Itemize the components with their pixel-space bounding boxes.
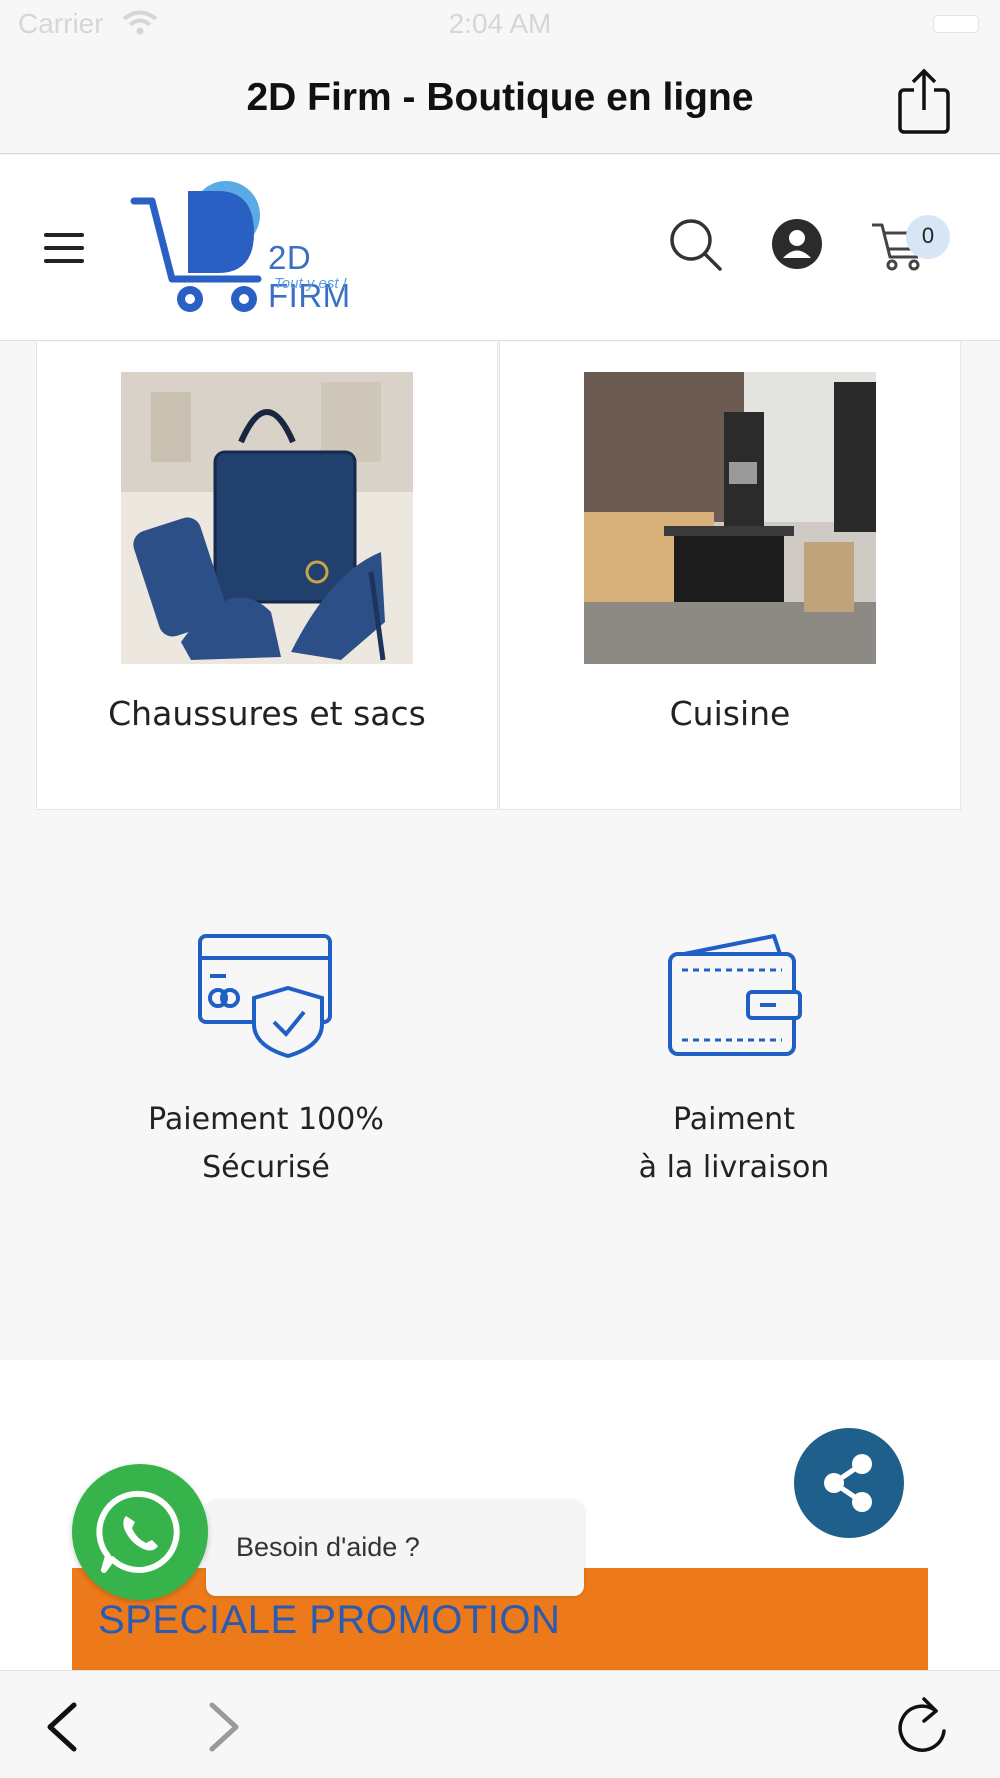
- feature-secure-payment: Paiement 100% Sécurisé: [66, 930, 466, 1192]
- browser-title-bar: 2D Firm - Boutique en ligne: [0, 50, 1000, 154]
- share-nodes-icon: [824, 1454, 872, 1512]
- share-icon[interactable]: [896, 68, 952, 136]
- site-header: 2D FIRM Tout y est ! 0: [0, 155, 1000, 341]
- help-text: Besoin d'aide ?: [236, 1532, 420, 1562]
- battery-icon: [933, 15, 979, 33]
- category-grid: Chaussures et sacs Cuisine: [36, 342, 962, 810]
- category-label[interactable]: Cuisine: [500, 694, 960, 733]
- category-card-chaussures[interactable]: Chaussures et sacs: [36, 342, 498, 810]
- page-title: 2D Firm - Boutique en ligne: [246, 76, 754, 119]
- feature-line: à la livraison: [638, 1150, 830, 1185]
- feature-line: Sécurisé: [202, 1150, 330, 1185]
- whatsapp-icon: [96, 1490, 180, 1573]
- site-logo[interactable]: 2D FIRM Tout y est !: [128, 181, 398, 321]
- menu-icon[interactable]: [40, 227, 88, 269]
- feature-cash-on-delivery: Paiment à la livraison: [534, 930, 934, 1192]
- secure-card-icon: [198, 934, 332, 1059]
- reload-icon[interactable]: [896, 1695, 952, 1759]
- back-arrow-icon[interactable]: [40, 1699, 86, 1755]
- whatsapp-button[interactable]: [72, 1464, 208, 1600]
- clock: 2:04 AM: [448, 8, 552, 39]
- feature-line: Paiement 100%: [148, 1102, 384, 1137]
- account-icon[interactable]: [772, 219, 822, 269]
- category-image-kitchen[interactable]: [584, 372, 876, 664]
- help-bubble[interactable]: Besoin d'aide ?: [206, 1500, 584, 1596]
- browser-toolbar: [0, 1670, 1000, 1778]
- promo-title: SPECIALE PROMOTION: [98, 1598, 561, 1642]
- feature-line: Paiment: [673, 1102, 795, 1137]
- cart-count-badge: 0: [906, 215, 950, 259]
- wallet-icon: [668, 934, 802, 1056]
- share-button[interactable]: [794, 1428, 904, 1538]
- status-bar: Carrier 2:04 AM: [0, 0, 1000, 50]
- search-icon[interactable]: [668, 217, 724, 273]
- category-image-bags[interactable]: [121, 372, 413, 664]
- forward-arrow-icon[interactable]: [200, 1699, 246, 1755]
- category-label[interactable]: Chaussures et sacs: [37, 694, 497, 733]
- logo-tagline: Tout y est !: [274, 275, 347, 292]
- category-card-cuisine[interactable]: Cuisine: [499, 342, 961, 810]
